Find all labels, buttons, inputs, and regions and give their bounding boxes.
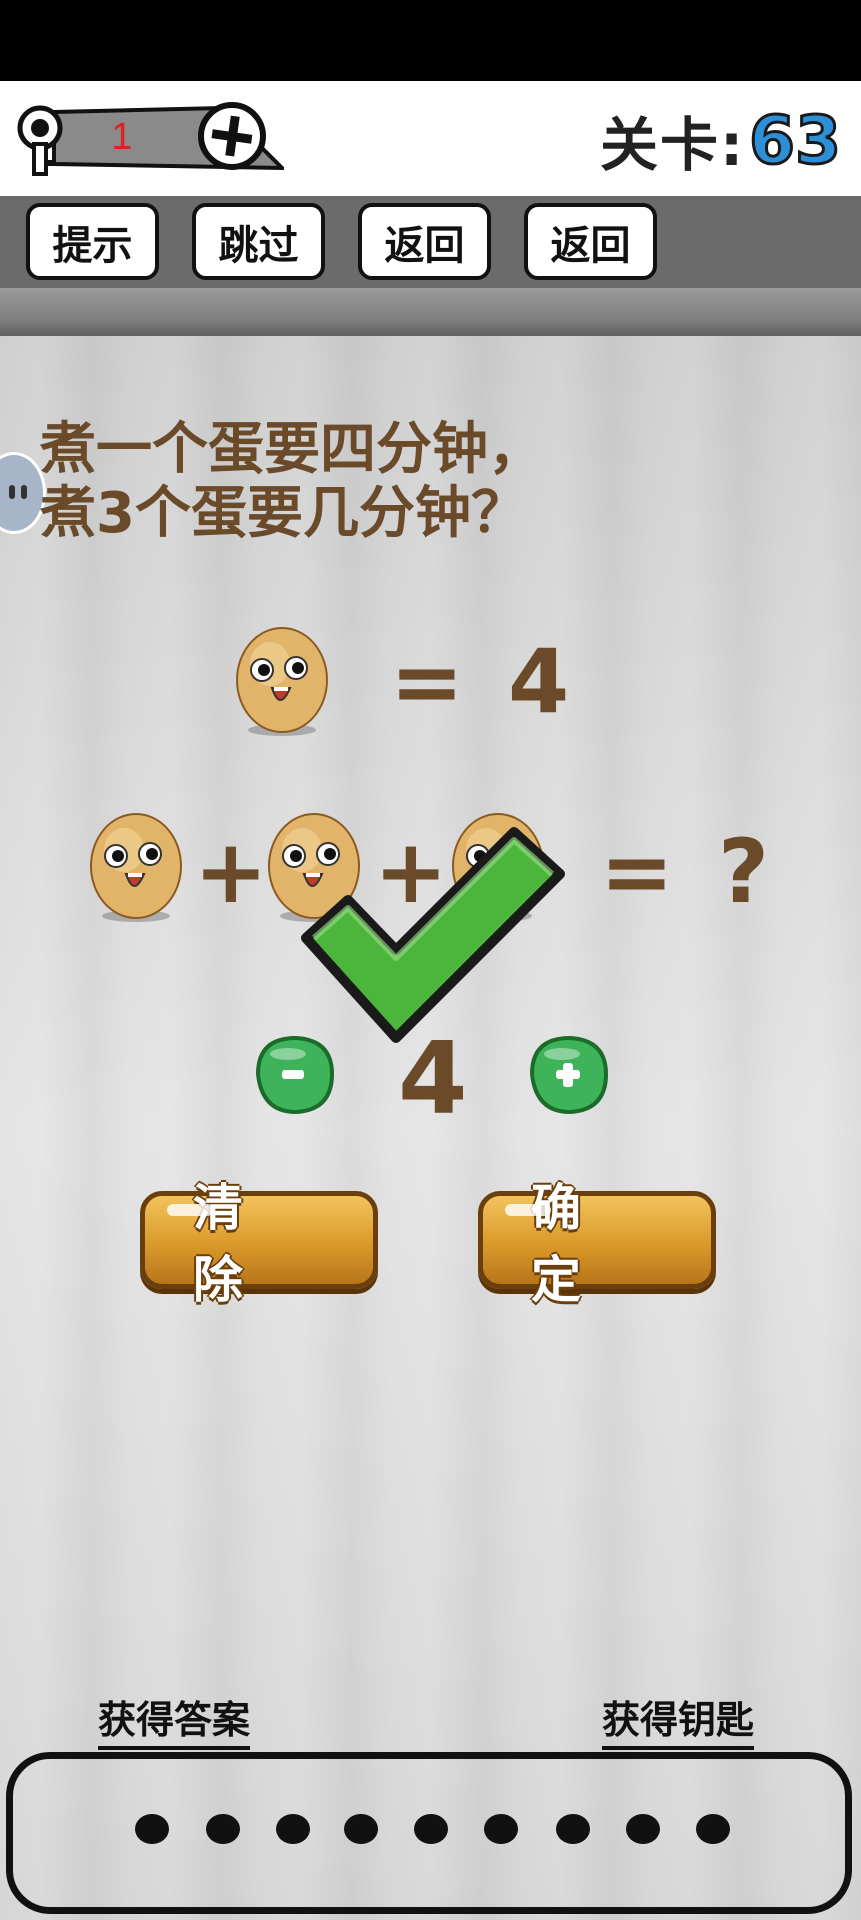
hint-dot: [344, 1814, 378, 1844]
hint-dot: [414, 1814, 448, 1844]
key-count: 1: [111, 116, 133, 158]
egg-icon: [90, 813, 182, 922]
confirm-button[interactable]: 确定: [478, 1179, 716, 1309]
question-text: 煮一个蛋要四分钟， 煮3个蛋要几分钟？: [40, 418, 800, 546]
correct-checkmark-icon: [301, 827, 565, 1043]
key-icon: [17, 105, 63, 176]
egg-time-value: 4: [508, 630, 570, 733]
hint-dot: [135, 1814, 169, 1844]
level-number: 63: [748, 100, 843, 180]
level-indicator: 关卡: 63: [599, 100, 843, 180]
hint-dot: [206, 1814, 240, 1844]
hint-dot: [484, 1814, 518, 1844]
add-keys-plus-icon[interactable]: [196, 100, 268, 172]
hint-dot: [276, 1814, 310, 1844]
equals-sign: =: [600, 820, 674, 923]
shelf-divider: [0, 288, 861, 336]
hint-button[interactable]: 提示: [26, 203, 159, 280]
skip-button[interactable]: 跳过: [192, 203, 325, 280]
clear-button-label: 清除: [193, 1179, 291, 1309]
level-label: 关卡:: [599, 111, 746, 179]
status-bar: [0, 0, 861, 81]
clear-button[interactable]: 清除: [140, 1179, 378, 1309]
question-line-1: 煮一个蛋要四分钟，: [40, 417, 544, 482]
back-button-2[interactable]: 返回: [524, 203, 657, 280]
hint-dot: [556, 1814, 590, 1844]
question-line-2: 煮3个蛋要几分钟？: [40, 481, 527, 546]
unknown-question-mark: ?: [718, 820, 770, 923]
equals-sign: =: [390, 630, 464, 733]
egg-icon: [236, 627, 328, 736]
hint-dot: [626, 1814, 660, 1844]
plus-sign: +: [194, 820, 268, 923]
confirm-button-label: 确定: [531, 1179, 629, 1309]
back-button[interactable]: 返回: [358, 203, 491, 280]
hint-dot: [696, 1814, 730, 1844]
get-key-link[interactable]: 获得钥匙: [602, 1689, 755, 1750]
get-answer-link[interactable]: 获得答案: [98, 1689, 251, 1750]
